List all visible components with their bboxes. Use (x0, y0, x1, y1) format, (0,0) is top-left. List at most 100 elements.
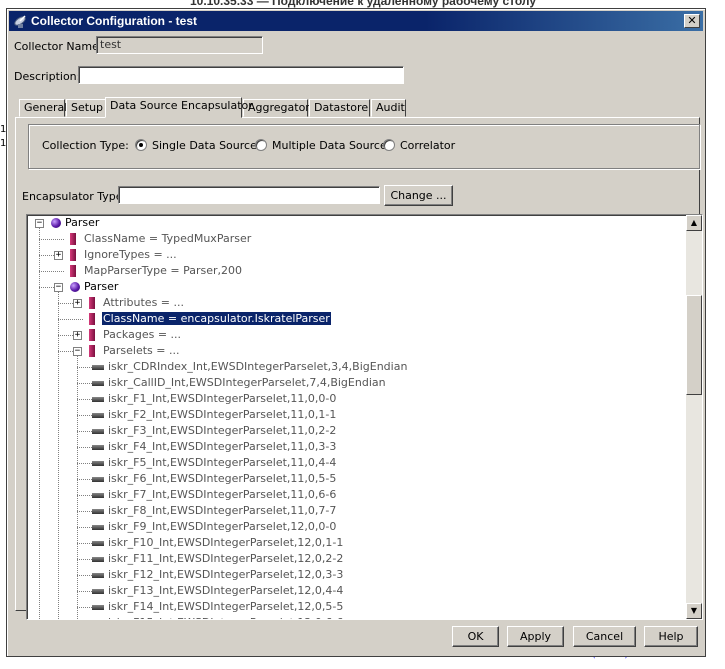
tree-node[interactable]: iskr_F6_Int,EWSDIntegerParselet,11,0,5-5 (107, 471, 337, 487)
tree-node-label: iskr_F12_Int,EWSDIntegerParselet,12,0,3-… (108, 568, 344, 581)
scroll-thumb[interactable] (686, 295, 702, 395)
encapsulator-type-field[interactable] (118, 186, 380, 204)
tab-label: General (24, 101, 68, 114)
radio-unchecked-icon (255, 139, 267, 151)
tree-node[interactable]: ClassName = TypedMuxParser (83, 231, 252, 247)
window-title: Collector Configuration - test (31, 14, 197, 28)
tree-node[interactable]: iskr_F10_Int,EWSDIntegerParselet,12,0,1-… (107, 535, 344, 551)
tree-node[interactable]: Attributes = ... (102, 295, 185, 311)
property-bar-icon (89, 329, 95, 341)
tree-node[interactable]: iskr_F3_Int,EWSDIntegerParselet,11,0,2-2 (107, 423, 337, 439)
tab-audit[interactable]: Audit (371, 99, 406, 117)
parselet-icon (92, 397, 104, 402)
tree-node[interactable]: iskr_F4_Int,EWSDIntegerParselet,11,0,3-3 (107, 439, 337, 455)
background-window-title: 10.10.35.33 — Подключение к удаленному р… (190, 0, 537, 8)
property-bar-icon (89, 345, 95, 357)
expand-icon[interactable]: + (73, 331, 82, 340)
tree-node-label: iskr_F6_Int,EWSDIntegerParselet,11,0,5-5 (108, 472, 337, 485)
tree-node[interactable]: iskr_F1_Int,EWSDIntegerParselet,11,0,0-0 (107, 391, 337, 407)
tree-node[interactable]: iskr_CDRIndex_Int,EWSDIntegerParselet,3,… (107, 359, 408, 375)
tab-general[interactable]: General (19, 99, 68, 117)
tree-node[interactable]: iskr_F5_Int,EWSDIntegerParselet,11,0,4-4 (107, 455, 337, 471)
scroll-down-button[interactable]: ▼ (686, 603, 702, 619)
parselet-icon (92, 589, 104, 594)
tree-node-label: iskr_F3_Int,EWSDIntegerParselet,11,0,2-2 (108, 424, 337, 437)
tree-node-label: MapParserType = Parser,200 (84, 264, 243, 277)
parselet-icon (92, 509, 104, 514)
radio-single-data-source[interactable]: Single Data Source (135, 139, 257, 153)
tree-node[interactable]: iskr_F12_Int,EWSDIntegerParselet,12,0,3-… (107, 567, 344, 583)
tab-label: Aggregator (248, 101, 310, 114)
tree-node[interactable]: iskr_F9_Int,EWSDIntegerParselet,12,0,0-0 (107, 519, 337, 535)
tree-node-label: ClassName = TypedMuxParser (84, 232, 252, 245)
tab-datastore[interactable]: Datastore (309, 99, 370, 117)
scroll-up-button[interactable]: ▲ (686, 215, 702, 231)
encapsulator-type-label: Encapsulator Type (22, 190, 123, 203)
help-button[interactable]: Help (644, 626, 698, 647)
arrow-up-icon: ▲ (690, 218, 698, 227)
tree-node-label: iskr_F13_Int,EWSDIntegerParselet,12,0,4-… (108, 584, 344, 597)
tree-node-label: iskr_F7_Int,EWSDIntegerParselet,11,0,6-6 (108, 488, 337, 501)
parselet-icon (92, 365, 104, 370)
description-field[interactable] (78, 66, 404, 84)
property-bar-icon (70, 249, 76, 261)
tree-scrollbar[interactable]: ▲ ▼ (686, 215, 702, 619)
tree-node[interactable]: MapParserType = Parser,200 (83, 263, 243, 279)
expand-icon[interactable]: + (73, 299, 82, 308)
data-source-encapsulator-panel: Collection Type: Single Data Source Mult… (15, 117, 703, 620)
tree-node[interactable]: iskr_F7_Int,EWSDIntegerParselet,11,0,6-6 (107, 487, 337, 503)
tree-node[interactable]: Parser (83, 279, 119, 295)
apply-button[interactable]: Apply (507, 626, 564, 647)
tree-node-label: Packages = ... (103, 328, 182, 341)
collector-configuration-dialog: Collector Configuration - test ✕ Collect… (6, 8, 706, 657)
tree-node[interactable]: iskr_F2_Int,EWSDIntegerParselet,11,0,1-1 (107, 407, 337, 423)
encapsulator-tree[interactable]: − Parser ClassName = TypedMuxParser + Ignore… (26, 214, 703, 620)
cancel-button[interactable]: Cancel (573, 626, 636, 647)
radio-checked-icon (135, 139, 147, 151)
title-bar[interactable]: Collector Configuration - test ✕ (9, 11, 703, 31)
parselet-icon (92, 525, 104, 530)
tree-node-label: iskr_F8_Int,EWSDIntegerParselet,11,0,7-7 (108, 504, 337, 517)
tree-node[interactable]: iskr_F15_Int,EWSDIntegerParselet,12,0,6-… (107, 615, 344, 619)
tree-node-label: iskr_CDRIndex_Int,EWSDIntegerParselet,3,… (108, 360, 408, 373)
parselet-icon (92, 381, 104, 386)
collapse-icon[interactable]: − (54, 283, 63, 292)
collapse-icon[interactable]: − (73, 347, 82, 356)
tree-node-label: iskr_F4_Int,EWSDIntegerParselet,11,0,3-3 (108, 440, 337, 453)
property-bar-icon (89, 313, 95, 325)
radio-correlator[interactable]: Correlator (383, 139, 455, 153)
tab-setup[interactable]: Setup (66, 99, 106, 117)
tree-node-label: Parselets = ... (103, 344, 180, 357)
tree-node[interactable]: Parselets = ... (102, 343, 180, 359)
tree-node-label: Parser (84, 280, 119, 293)
parselet-icon (92, 493, 104, 498)
tree-connector (58, 319, 83, 320)
tree-node[interactable]: Parser (64, 215, 100, 231)
collapse-icon[interactable]: − (35, 219, 44, 228)
tree-node-label: ClassName = encapsulator.IskratelParser (101, 311, 332, 326)
tree-node-label: iskr_F10_Int,EWSDIntegerParselet,12,0,1-… (108, 536, 344, 549)
collector-name-field[interactable]: test (96, 36, 263, 54)
radio-multiple-data-source[interactable]: Multiple Data Source (255, 139, 387, 153)
radio-label: Single Data Source (152, 139, 257, 152)
tree-node[interactable]: IgnoreTypes = ... (83, 247, 178, 263)
close-button[interactable]: ✕ (684, 14, 700, 28)
tree-node[interactable]: iskr_F13_Int,EWSDIntegerParselet,12,0,4-… (107, 583, 344, 599)
expand-icon[interactable]: + (54, 251, 63, 260)
tree-node[interactable]: iskr_CallID_Int,EWSDIntegerParselet,7,4,… (107, 375, 387, 391)
parselet-icon (92, 445, 104, 450)
tree-node[interactable]: iskr_F11_Int,EWSDIntegerParselet,12,0,2-… (107, 551, 344, 567)
parselet-icon (92, 413, 104, 418)
tree-node[interactable]: Packages = ... (102, 327, 182, 343)
tab-data-source-encapsulator[interactable]: Data Source Encapsulator (105, 97, 253, 118)
tree-node[interactable]: iskr_F14_Int,EWSDIntegerParselet,12,0,5-… (107, 599, 344, 615)
change-button[interactable]: Change ... (384, 185, 453, 206)
tree-node-label: iskr_F11_Int,EWSDIntegerParselet,12,0,2-… (108, 552, 344, 565)
tree-node[interactable]: ClassName = encapsulator.IskratelParser (101, 311, 332, 327)
tree-node-label: iskr_F9_Int,EWSDIntegerParselet,12,0,0-0 (108, 520, 337, 533)
ok-button[interactable]: OK (452, 626, 499, 647)
tree-node[interactable]: iskr_F8_Int,EWSDIntegerParselet,11,0,7-7 (107, 503, 337, 519)
purple-sphere-icon (70, 282, 80, 292)
property-bar-icon (70, 233, 76, 245)
close-icon: ✕ (687, 14, 697, 27)
